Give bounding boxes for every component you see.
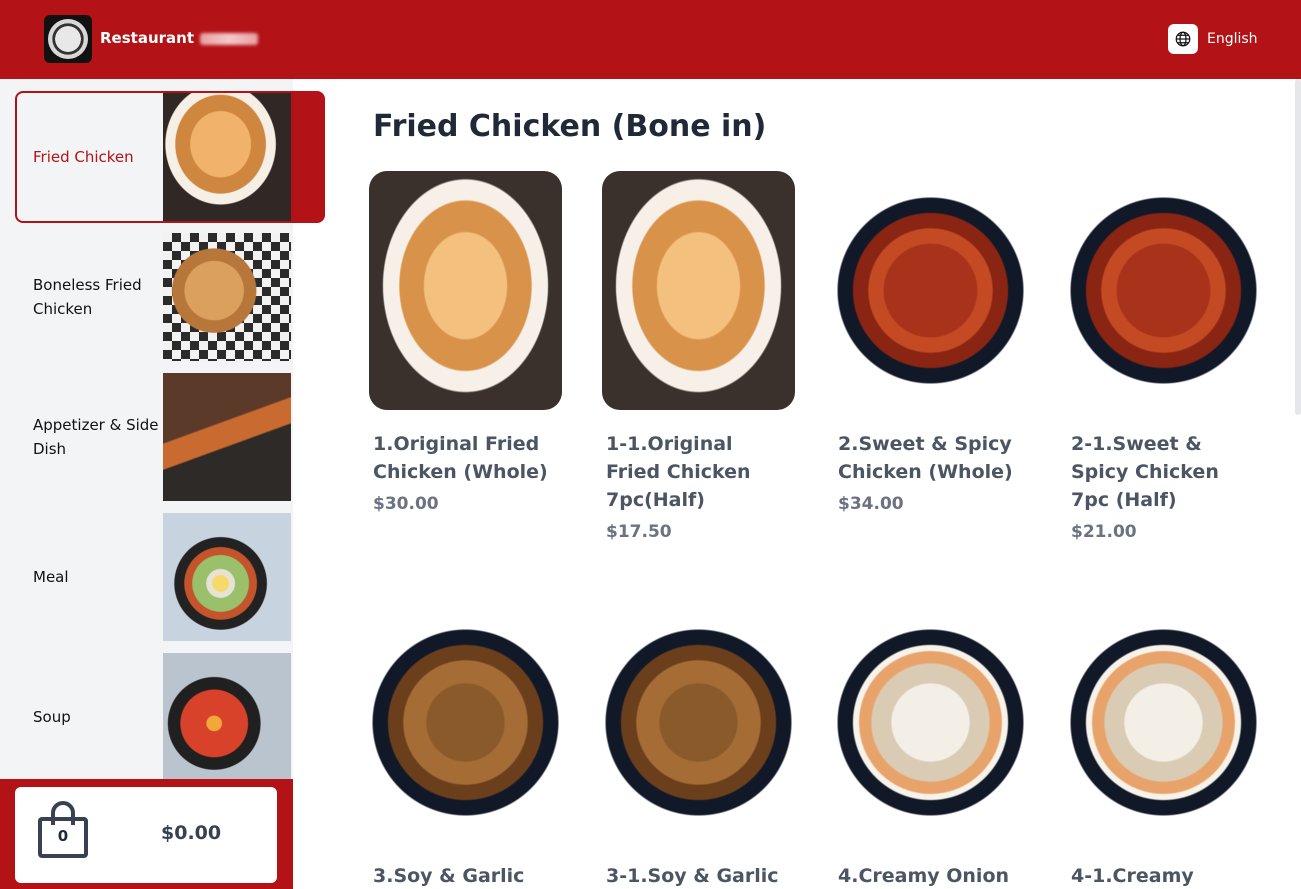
section-title: Fried Chicken (Bone in) [373, 109, 767, 144]
menu-item-card[interactable]: 1-1.Original Fried Chicken 7pc(Half) $17… [602, 171, 795, 542]
cart-bar: 0 $0.00 [0, 779, 293, 889]
cart-button[interactable]: 0 $0.00 [15, 787, 277, 883]
category-boneless-fried-chicken[interactable]: Boneless Fried Chicken [15, 233, 291, 361]
menu-item-card[interactable]: 4-1.Creamy [1067, 603, 1260, 889]
menu-item-card[interactable]: 1.Original Fried Chicken (Whole) $30.00 [369, 171, 562, 514]
sweet-spicy-chicken-photo [834, 171, 1027, 410]
item-price: $30.00 [373, 494, 439, 514]
category-label: Meal [33, 568, 69, 586]
item-name: 2.Sweet & Spicy Chicken (Whole) [838, 433, 1013, 483]
category-label: Soup [33, 708, 71, 726]
item-name: 2-1.Sweet & Spicy Chicken 7pc (Half) [1071, 433, 1219, 511]
item-price: $21.00 [1071, 522, 1137, 542]
brand-name: Restaurant [100, 29, 258, 47]
original-fried-chicken-photo [369, 171, 562, 410]
cart-count: 0 [57, 827, 69, 845]
menu-item-card[interactable]: 3.Soy & Garlic [369, 603, 562, 889]
menu-content: Fried Chicken (Bone in) 1.Original Fried… [293, 79, 1301, 889]
globe-icon [1168, 24, 1198, 54]
item-price: $34.00 [838, 494, 904, 514]
soy-garlic-chicken-photo [602, 603, 795, 842]
item-name: 1.Original Fried Chicken (Whole) [373, 433, 548, 483]
sweet-spicy-chicken-photo [1067, 171, 1260, 410]
fried-chicken-photo [163, 93, 291, 221]
category-label: Boneless Fried Chicken [33, 276, 142, 318]
item-name: 1-1.Original Fried Chicken 7pc(Half) [606, 433, 751, 511]
scrollbar[interactable] [1295, 79, 1301, 415]
boneless-chicken-photo [163, 233, 291, 361]
restaurant-logo[interactable] [44, 15, 92, 63]
category-label: Fried Chicken [17, 93, 163, 221]
stew-photo [163, 653, 291, 781]
item-name: 4.Creamy Onion [838, 865, 1010, 887]
item-name: 3-1.Soy & Garlic [606, 865, 779, 887]
original-fried-chicken-photo [602, 171, 795, 410]
menu-item-card[interactable]: 3-1.Soy & Garlic [602, 603, 795, 889]
item-name: 4-1.Creamy [1071, 865, 1194, 887]
creamy-onion-chicken-photo [1067, 603, 1260, 842]
cart-total: $0.00 [161, 822, 222, 844]
menu-item-card[interactable]: 4.Creamy Onion [834, 603, 1027, 889]
language-label: English [1207, 31, 1258, 47]
item-price: $17.50 [606, 522, 672, 542]
category-fried-chicken[interactable]: Fried Chicken [15, 91, 325, 223]
soy-garlic-chicken-photo [369, 603, 562, 842]
language-selector[interactable]: English [1168, 24, 1258, 54]
menu-item-card[interactable]: 2.Sweet & Spicy Chicken (Whole) $34.00 [834, 171, 1027, 514]
bibimbap-photo [163, 513, 291, 641]
top-header: Restaurant English [0, 0, 1301, 79]
blurred-brand-suffix [200, 32, 258, 45]
category-meal[interactable]: Meal [15, 513, 291, 641]
item-name: 3.Soy & Garlic [373, 865, 525, 887]
category-label: Appetizer & Side Dish [33, 416, 159, 458]
creamy-onion-chicken-photo [834, 603, 1027, 842]
category-sidebar: Fried Chicken Boneless Fried Chicken App… [0, 79, 325, 889]
category-soup[interactable]: Soup [15, 653, 291, 781]
appetizer-photo [163, 373, 291, 501]
category-appetizer-side-dish[interactable]: Appetizer & Side Dish [15, 373, 291, 501]
menu-item-card[interactable]: 2-1.Sweet & Spicy Chicken 7pc (Half) $21… [1067, 171, 1260, 542]
